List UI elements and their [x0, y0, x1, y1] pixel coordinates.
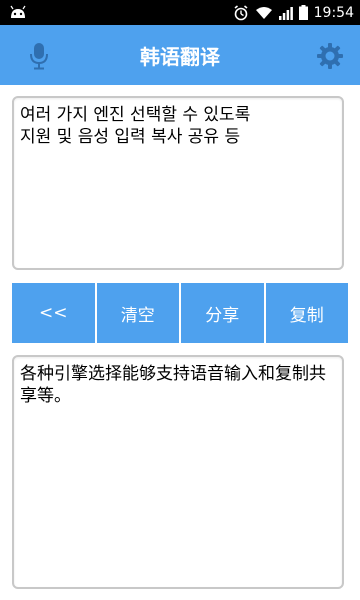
share-button[interactable]: 分享: [181, 283, 264, 343]
app-bar: 韩语翻译: [0, 25, 360, 85]
back-button[interactable]: <<: [12, 283, 95, 343]
gear-icon[interactable]: [316, 42, 344, 70]
alarm-icon: [234, 4, 248, 20]
result-text-output[interactable]: 各种引擎选择能够支持语音输入和复制共享等。: [12, 355, 344, 589]
wifi-icon: [255, 6, 272, 19]
status-time: 19:54: [313, 4, 354, 21]
page-title: 韩语翻译: [140, 44, 220, 69]
status-bar: 19:54: [0, 0, 360, 25]
source-text-input[interactable]: 여러 가지 엔진 선택할 수 있도록 지원 및 음성 입력 복사 공유 등: [12, 96, 344, 270]
action-button-row: << 清空 分享 复制: [12, 283, 348, 343]
android-icon: [10, 5, 26, 18]
copy-button[interactable]: 复制: [265, 283, 348, 343]
signal-icon: [278, 6, 293, 20]
clear-button[interactable]: 清空: [96, 283, 179, 343]
battery-icon: [298, 5, 308, 20]
